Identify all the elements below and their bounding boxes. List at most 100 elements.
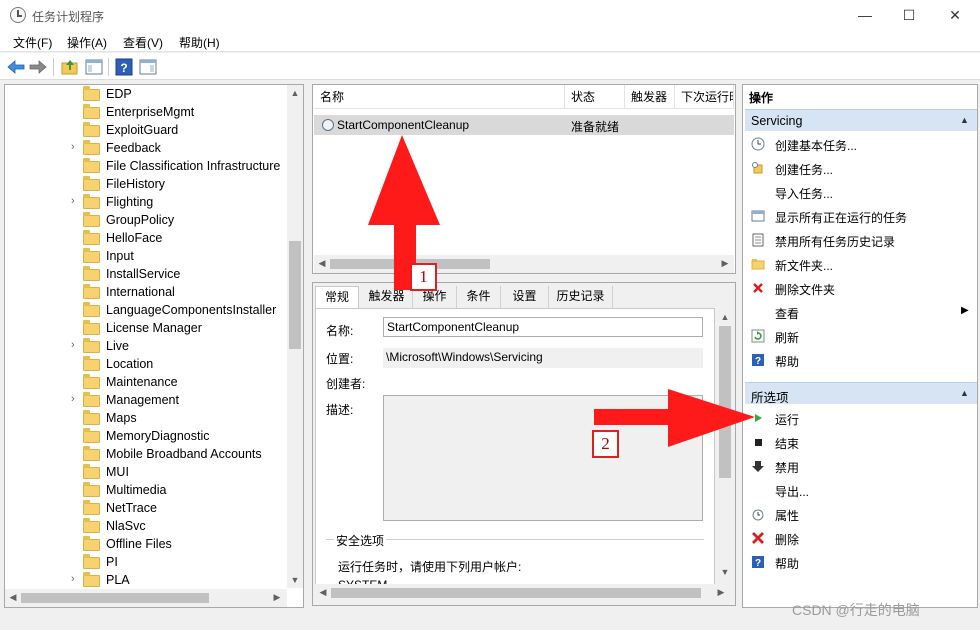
task-name-field[interactable]: StartComponentCleanup	[383, 317, 703, 337]
menu-view[interactable]: 查看(V)	[123, 34, 163, 51]
column-header-triggers[interactable]: 触发器	[625, 85, 675, 109]
tree-horizontal-scrollbar[interactable]: ◀ ▶	[5, 589, 287, 607]
tab-history[interactable]: 历史记录	[549, 286, 613, 308]
tree-item[interactable]: Multimedia	[5, 482, 287, 500]
action-item[interactable]: ? 帮助	[743, 348, 977, 372]
maximize-button[interactable]: ☐	[886, 0, 932, 30]
action-item[interactable]: ? 帮助	[743, 550, 977, 574]
collapse-arrow-icon[interactable]: ▲	[960, 115, 969, 125]
forward-icon[interactable]	[28, 57, 48, 77]
action-item[interactable]: 刷新	[743, 324, 977, 348]
selected-item-group-header[interactable]: 所选项 ▲	[745, 382, 977, 405]
tree-item[interactable]: EnterpriseMgmt	[5, 104, 287, 122]
action-item[interactable]: 创建任务...	[743, 156, 977, 180]
menu-action[interactable]: 操作(A)	[67, 34, 107, 51]
tree-item[interactable]: LanguageComponentsInstaller	[5, 302, 287, 320]
tree-item[interactable]: › Management	[5, 392, 287, 410]
servicing-group-header[interactable]: Servicing ▲	[745, 109, 977, 131]
tree-item[interactable]: › PLA	[5, 572, 287, 587]
tree-item[interactable]: ExploitGuard	[5, 122, 287, 140]
menu-file[interactable]: 文件(F)	[13, 34, 52, 51]
scroll-up-arrow-icon[interactable]: ▲	[287, 88, 303, 98]
chevron-right-icon[interactable]: ›	[71, 195, 81, 207]
tree-item[interactable]: Offline Files	[5, 536, 287, 554]
scroll-left-arrow-icon[interactable]: ◀	[317, 587, 329, 598]
tree-item[interactable]: Input	[5, 248, 287, 266]
tree-item[interactable]: International	[5, 284, 287, 302]
tree-item[interactable]: › Flighting	[5, 194, 287, 212]
action-item[interactable]: 查看 ▶	[743, 300, 977, 324]
scroll-thumb[interactable]	[21, 593, 209, 603]
annotation-badge-1: 1	[410, 263, 437, 291]
tree-item[interactable]: MUI	[5, 464, 287, 482]
collapse-arrow-icon[interactable]: ▲	[960, 388, 969, 398]
action-item[interactable]: 删除文件夹	[743, 276, 977, 300]
tree-item[interactable]: PI	[5, 554, 287, 572]
action-item[interactable]: 删除	[743, 526, 977, 550]
tree-item[interactable]: HelloFace	[5, 230, 287, 248]
tree-item[interactable]: Maintenance	[5, 374, 287, 392]
action-item[interactable]: 禁用所有任务历史记录	[743, 228, 977, 252]
action-item[interactable]: 禁用	[743, 454, 977, 478]
folder-icon	[83, 482, 100, 497]
up-folder-icon[interactable]	[60, 57, 80, 77]
tree-item[interactable]: Mobile Broadband Accounts	[5, 446, 287, 464]
back-icon[interactable]	[6, 57, 26, 77]
action-item[interactable]: 显示所有正在运行的任务	[743, 204, 977, 228]
close-button[interactable]: ✕	[932, 0, 978, 30]
detail-horizontal-scrollbar[interactable]: ◀ ▶	[315, 584, 733, 602]
help-icon[interactable]: ?	[114, 57, 134, 77]
chevron-right-icon[interactable]: ›	[71, 393, 81, 405]
show-hide-console-tree-icon[interactable]	[84, 57, 104, 77]
column-header-status[interactable]: 状态	[565, 85, 625, 109]
minimize-button[interactable]: —	[842, 0, 888, 30]
scroll-left-arrow-icon[interactable]: ◀	[7, 592, 19, 603]
chevron-right-icon[interactable]: ›	[71, 339, 81, 351]
action-item[interactable]: 结束	[743, 430, 977, 454]
tree-item-label: Multimedia	[106, 483, 167, 497]
menu-bar: 文件(F) 操作(A) 查看(V) 帮助(H)	[0, 30, 980, 52]
tree-item[interactable]: File Classification Infrastructure	[5, 158, 287, 176]
tab-general[interactable]: 常规	[315, 286, 359, 308]
tab-settings[interactable]: 设置	[501, 286, 549, 308]
column-header-name[interactable]: 名称	[314, 85, 565, 109]
scroll-thumb[interactable]	[331, 588, 701, 598]
scroll-thumb[interactable]	[289, 241, 301, 349]
show-hide-action-pane-icon[interactable]	[138, 57, 158, 77]
tree-item[interactable]: License Manager	[5, 320, 287, 338]
scroll-left-arrow-icon[interactable]: ◀	[316, 258, 328, 269]
scroll-up-arrow-icon[interactable]: ▲	[717, 312, 733, 322]
scroll-down-arrow-icon[interactable]: ▼	[287, 575, 303, 585]
tree-item[interactable]: › Live	[5, 338, 287, 356]
chevron-right-icon[interactable]: ›	[71, 141, 81, 153]
tree-item-label: Offline Files	[106, 537, 172, 551]
scroll-down-arrow-icon[interactable]: ▼	[717, 567, 733, 577]
tree-item[interactable]: NetTrace	[5, 500, 287, 518]
tree-item[interactable]: MemoryDiagnostic	[5, 428, 287, 446]
menu-help[interactable]: 帮助(H)	[179, 34, 220, 51]
action-item[interactable]: 新文件夹...	[743, 252, 977, 276]
scroll-right-arrow-icon[interactable]: ▶	[271, 592, 283, 603]
title-bar[interactable]: 任务计划程序 — ☐ ✕	[0, 0, 980, 30]
column-header-next-run[interactable]: 下次运行时	[675, 85, 734, 109]
author-label: 创建者:	[326, 377, 366, 391]
tab-conditions[interactable]: 条件	[457, 286, 501, 308]
tree-item[interactable]: InstallService	[5, 266, 287, 284]
tree-item[interactable]: EDP	[5, 86, 287, 104]
action-item[interactable]: 属性	[743, 502, 977, 526]
tree-item[interactable]: Location	[5, 356, 287, 374]
tree-item[interactable]: GroupPolicy	[5, 212, 287, 230]
action-item[interactable]: 导入任务...	[743, 180, 977, 204]
chevron-right-icon[interactable]: ›	[71, 573, 81, 585]
scroll-right-arrow-icon[interactable]: ▶	[719, 258, 731, 269]
action-item[interactable]: 创建基本任务...	[743, 132, 977, 156]
scroll-right-arrow-icon[interactable]: ▶	[715, 587, 727, 598]
tree-item[interactable]: FileHistory	[5, 176, 287, 194]
folder-tree-pane[interactable]: EDP EnterpriseMgmt ExploitGuard › Feedback Fi…	[4, 84, 304, 608]
tree-vertical-scrollbar[interactable]: ▲ ▼	[287, 85, 303, 588]
action-item[interactable]: 导出...	[743, 478, 977, 502]
tree-item[interactable]: NlaSvc	[5, 518, 287, 536]
tree-item[interactable]: Maps	[5, 410, 287, 428]
action-item[interactable]: 运行	[743, 406, 977, 430]
tree-item[interactable]: › Feedback	[5, 140, 287, 158]
